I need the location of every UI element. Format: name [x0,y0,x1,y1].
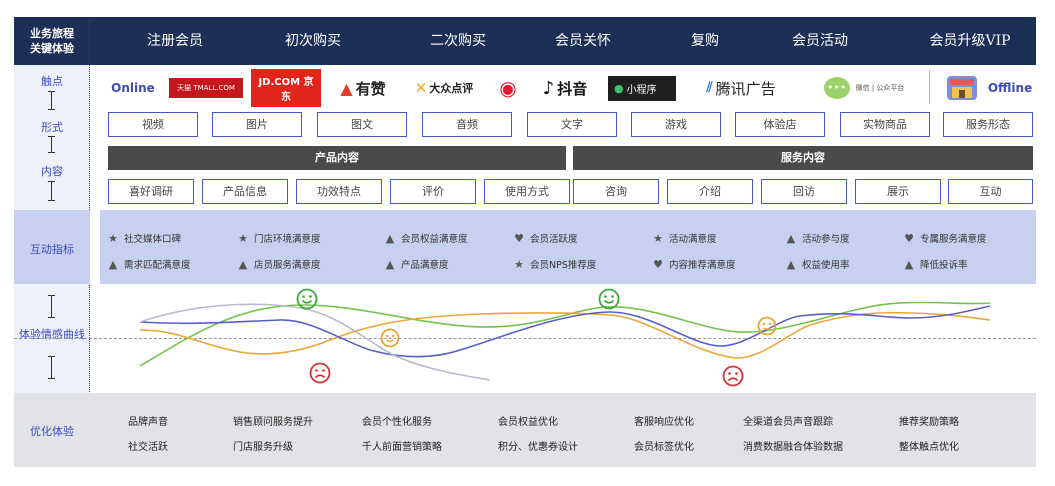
optimize-item: 社交活跃 [128,442,168,453]
optimize-item: 推荐奖励策略 [899,417,959,428]
neutral-face-icon [380,328,400,348]
happy-face-icon [296,288,318,310]
label-optimize: 优化体验 [30,425,74,438]
optimize-item: 客服响应优化 [634,417,694,428]
happy-face-icon [598,288,620,310]
optimize-item: 千人前面营销策略 [362,442,442,453]
optimize-item: 整体触点优化 [899,442,959,453]
emotion-curve-orange [139,311,991,359]
optimize-item: 会员标签优化 [634,442,694,453]
optimize-item: 全渠道会员声音跟踪 [743,417,833,428]
optimize-item: 会员权益优化 [498,417,558,428]
sad-face-icon [309,362,331,384]
neutral-face-icon [757,316,777,336]
optimize-band [14,393,1036,467]
optimize-item: 品牌声音 [128,417,168,428]
emotion-curve-green [139,301,991,367]
optimize-item: 消费数据融合体验数据 [743,442,843,453]
optimize-item: 销售顾问服务提升 [233,417,313,428]
optimize-item: 积分、优惠券设计 [498,442,578,453]
optimize-item: 会员个性化服务 [362,417,432,428]
sad-face-icon [722,365,744,387]
optimize-item: 门店服务升级 [233,442,293,453]
